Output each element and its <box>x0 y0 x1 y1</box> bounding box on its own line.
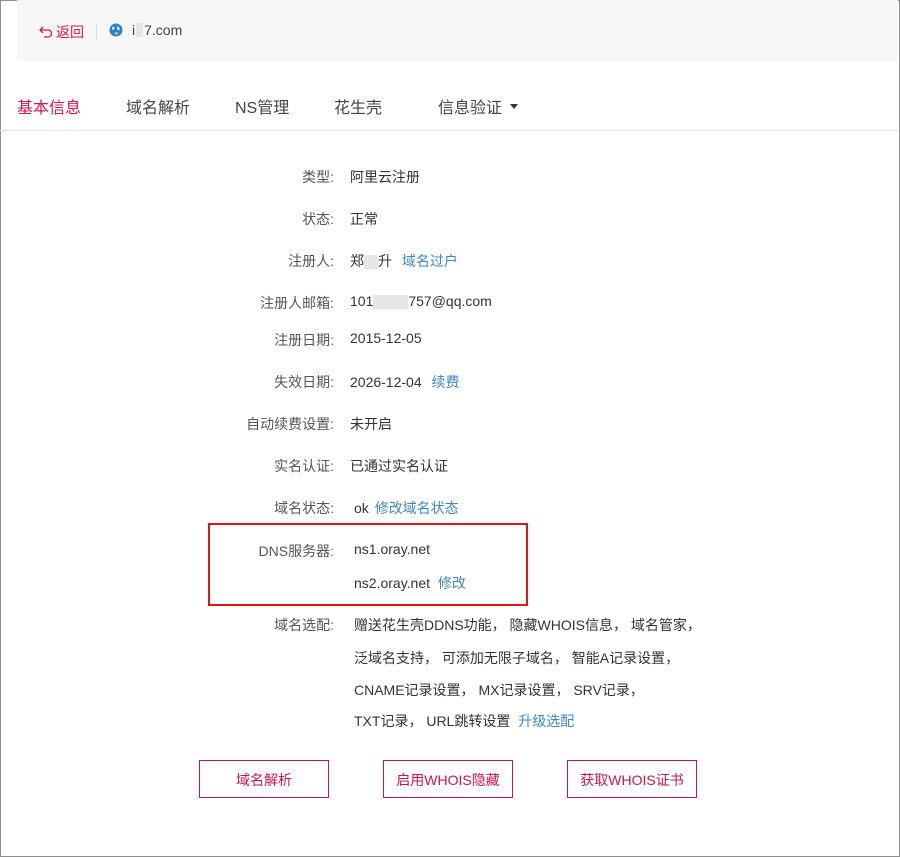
tab-info-verify-label: 信息验证 <box>438 100 503 117</box>
redacted-text <box>136 23 144 37</box>
dns-label: DNS服务器: <box>258 543 334 559</box>
type-value: 阿里云注册 <box>350 169 420 185</box>
registrant-value: 郑升 域名过户 <box>350 251 458 271</box>
reg-date-label: 注册日期: <box>274 332 334 348</box>
auto-renew-value: 未开启 <box>350 416 392 432</box>
tab-oray[interactable]: 花生壳 <box>334 94 382 118</box>
resolve-domain-button[interactable]: 域名解析 <box>199 760 329 798</box>
options-line4: TXT记录， URL跳转设置 <box>354 713 511 729</box>
tab-bar: 基本信息 域名解析 NS管理 花生壳 信息验证 <box>0 85 898 131</box>
options-label: 域名选配: <box>274 617 334 633</box>
registrant-label: 注册人: <box>288 253 334 269</box>
realname-value: 已通过实名认证 <box>350 458 448 474</box>
exp-date-value: 2026-12-04 续费 <box>350 372 460 392</box>
registrant-last: 升 <box>378 253 392 269</box>
enable-whois-hide-button[interactable]: 启用WHOIS隐藏 <box>383 760 513 798</box>
renew-link[interactable]: 续费 <box>432 374 460 390</box>
status-label: 状态: <box>302 211 334 227</box>
upgrade-options-link[interactable]: 升级选配 <box>518 713 574 729</box>
tab-dns-resolve[interactable]: 域名解析 <box>126 94 190 118</box>
redacted-text <box>373 295 409 310</box>
domain-suffix: 7.com <box>144 22 183 38</box>
email-label: 注册人邮箱: <box>260 295 334 311</box>
divider <box>96 24 97 40</box>
transfer-link[interactable]: 域名过户 <box>402 253 458 269</box>
reg-date-value: 2015-12-05 <box>350 330 422 346</box>
top-bar: 返回 i 7.com <box>17 0 898 61</box>
options-line4-wrap: TXT记录， URL跳转设置 升级选配 <box>354 711 574 731</box>
domain-status-text: ok <box>354 500 369 516</box>
dns2-text: ns2.oray.net <box>354 575 431 591</box>
exp-date-text: 2026-12-04 <box>350 374 422 390</box>
back-label: 返回 <box>56 24 84 40</box>
realname-label: 实名认证: <box>274 458 334 474</box>
undo-icon <box>39 26 53 38</box>
tab-info-verify[interactable]: 信息验证 <box>438 94 519 118</box>
status-value: 正常 <box>350 211 378 227</box>
domain-title: i 7.com <box>109 22 182 38</box>
options-line1: 赠送花生壳DDNS功能， 隐藏WHOIS信息， 域名管家， <box>354 617 701 633</box>
caret-down-icon <box>510 104 519 110</box>
type-label: 类型: <box>302 169 334 185</box>
email-value: 101 757@qq.com <box>350 293 492 310</box>
dns-highlight-box <box>208 523 528 606</box>
dns2-value: ns2.oray.net 修改 <box>354 573 466 593</box>
modify-dns-link[interactable]: 修改 <box>438 575 466 591</box>
domain-status-label: 域名状态: <box>274 500 334 516</box>
tab-ns-manage[interactable]: NS管理 <box>235 94 289 118</box>
modify-status-link[interactable]: 修改域名状态 <box>375 500 459 516</box>
domain-status-value: ok 修改域名状态 <box>354 498 459 518</box>
exp-date-label: 失效日期: <box>274 374 334 390</box>
options-line3: CNAME记录设置， MX记录设置， SRV记录， <box>354 682 644 698</box>
domain-prefix: i <box>132 22 136 38</box>
dns1-value: ns1.oray.net <box>354 541 431 557</box>
tab-basic-info[interactable]: 基本信息 <box>17 94 81 118</box>
auto-renew-label: 自动续费设置: <box>246 416 334 432</box>
back-button[interactable]: 返回 <box>39 22 84 42</box>
options-line2: 泛域名支持， 可添加无限子域名， 智能A记录设置， <box>354 650 680 666</box>
email-suffix: 757@qq.com <box>408 293 492 309</box>
globe-icon <box>109 23 123 37</box>
registrant-first: 郑 <box>350 253 364 269</box>
redacted-text <box>364 255 378 270</box>
get-whois-cert-button[interactable]: 获取WHOIS证书 <box>567 760 697 798</box>
email-prefix: 101 <box>350 293 374 309</box>
